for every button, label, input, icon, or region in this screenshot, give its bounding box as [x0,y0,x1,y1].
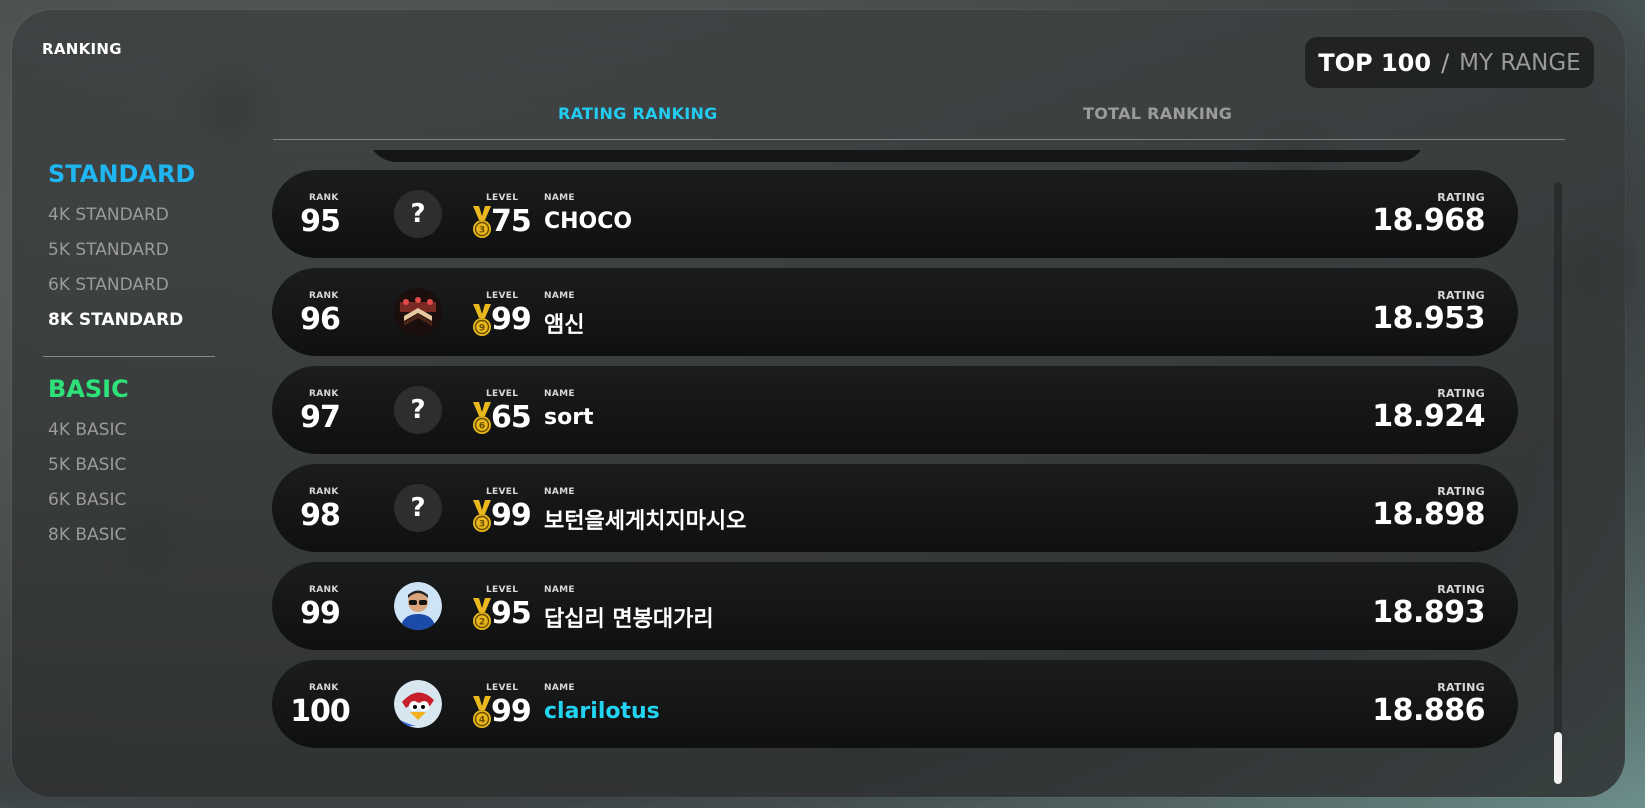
sidebar-item-5k-standard[interactable]: 5K STANDARD [48,233,218,268]
player-name: 보턴을세게치지마시오 [544,509,747,534]
avatar[interactable] [394,680,442,728]
level-label: LEVEL [486,389,519,399]
mode-sidebar: STANDARD 4K STANDARD 5K STANDARD 6K STAN… [43,160,218,553]
rank-value: 95 [300,204,341,239]
tab-rating-ranking[interactable]: RATING RANKING [558,104,718,123]
basic-group-title: BASIC [48,375,129,403]
rating-value: 18.886 [1372,693,1485,728]
sidebar-item-5k-basic[interactable]: 5K BASIC [48,448,218,483]
level-label: LEVEL [486,683,519,693]
avatar[interactable] [394,288,442,336]
level-value: 65 [491,400,532,435]
sidebar-divider [43,356,215,357]
level-value: 75 [491,204,532,239]
rank-value: 98 [300,498,341,533]
level-value: 99 [491,694,532,729]
player-name: 답십리 면봉대가리 [544,607,714,632]
sidebar-item-6k-standard[interactable]: 6K STANDARD [48,268,218,303]
rank-value: 97 [300,400,341,435]
rank-label: RANK [309,389,339,399]
level-label: LEVEL [486,193,519,203]
medal-icon: 3 [471,500,493,534]
scrollbar-thumb[interactable] [1554,732,1562,784]
rank-label: RANK [309,683,339,693]
avatar-placeholder[interactable]: ? [394,190,442,238]
medal-icon: 3 [471,206,493,240]
player-name: CHOCO [544,209,633,234]
sidebar-item-8k-standard[interactable]: 8K STANDARD [48,303,218,338]
rank-label: RANK [309,487,339,497]
ranking-row[interactable]: RANK 100 LEVEL 4 99 NAME clarilotus RATI… [272,660,1518,748]
level-value: 99 [491,498,532,533]
rank-label: RANK [309,193,339,203]
previous-row-peek [367,150,1427,162]
page-title: RANKING [42,40,122,58]
medal-tier: 3 [479,226,485,236]
medal-tier: 6 [479,422,485,432]
medal-tier: 2 [479,618,485,628]
avatar-placeholder[interactable]: ? [394,386,442,434]
name-label: NAME [544,389,575,399]
rank-label: RANK [309,585,339,595]
medal-icon: 4 [471,696,493,730]
avatar[interactable] [394,582,442,630]
level-value: 99 [491,302,532,337]
rating-value: 18.968 [1372,203,1485,238]
standard-group-title: STANDARD [48,160,196,188]
name-label: NAME [544,193,575,203]
range-toggle[interactable]: TOP 100 / MY RANGE [1305,37,1594,88]
medal-tier: 9 [479,324,485,334]
sidebar-item-6k-basic[interactable]: 6K BASIC [48,483,218,518]
level-label: LEVEL [486,291,519,301]
scrollbar[interactable] [1554,182,1562,784]
sidebar-item-8k-basic[interactable]: 8K BASIC [48,518,218,553]
rating-value: 18.893 [1372,595,1485,630]
question-mark-icon: ? [410,395,426,425]
medal-icon: 6 [471,402,493,436]
name-label: NAME [544,291,575,301]
name-label: NAME [544,683,575,693]
rank-label: RANK [309,291,339,301]
question-mark-icon: ? [410,199,426,229]
sidebar-item-4k-basic[interactable]: 4K BASIC [48,413,218,448]
medal-icon: 2 [471,598,493,632]
rank-value: 96 [300,302,341,337]
name-label: NAME [544,487,575,497]
top100-option[interactable]: TOP 100 [1318,49,1431,77]
tab-total-ranking[interactable]: TOTAL RANKING [1083,104,1232,123]
ranking-list[interactable]: RANK 95 ? LEVEL 3 75 NAME CHOCO RATING 1… [272,150,1518,790]
player-name: 앰신 [544,313,585,338]
avatar-placeholder[interactable]: ? [394,484,442,532]
medal-tier: 4 [479,716,485,726]
player-name: sort [544,405,594,430]
ranking-row[interactable]: RANK 98 ? LEVEL 3 99 NAME 보턴을세게치지마시오 RAT… [272,464,1518,552]
my-range-option[interactable]: MY RANGE [1459,50,1581,76]
name-label: NAME [544,585,575,595]
level-label: LEVEL [486,585,519,595]
medal-icon: 9 [471,304,493,338]
ranking-tabs: RATING RANKING TOTAL RANKING [273,96,1565,140]
rank-value: 99 [300,596,341,631]
level-label: LEVEL [486,487,519,497]
rating-value: 18.898 [1372,497,1485,532]
rank-value: 100 [290,694,351,729]
ranking-row[interactable]: RANK 96 LEVEL 9 99 NAME 앰신 RATING 18.953 [272,268,1518,356]
ranking-row[interactable]: RANK 97 ? LEVEL 6 65 NAME sort RATING 18… [272,366,1518,454]
medal-tier: 3 [479,520,485,530]
rating-value: 18.924 [1372,399,1485,434]
ranking-row[interactable]: RANK 95 ? LEVEL 3 75 NAME CHOCO RATING 1… [272,170,1518,258]
ranking-row[interactable]: RANK 99 LEVEL 2 95 NAME 답십리 면봉대가리 RATING… [272,562,1518,650]
level-value: 95 [491,596,532,631]
range-separator: / [1441,48,1450,77]
question-mark-icon: ? [410,493,426,523]
sidebar-item-4k-standard[interactable]: 4K STANDARD [48,198,218,233]
player-name: clarilotus [544,699,660,724]
rating-value: 18.953 [1372,301,1485,336]
